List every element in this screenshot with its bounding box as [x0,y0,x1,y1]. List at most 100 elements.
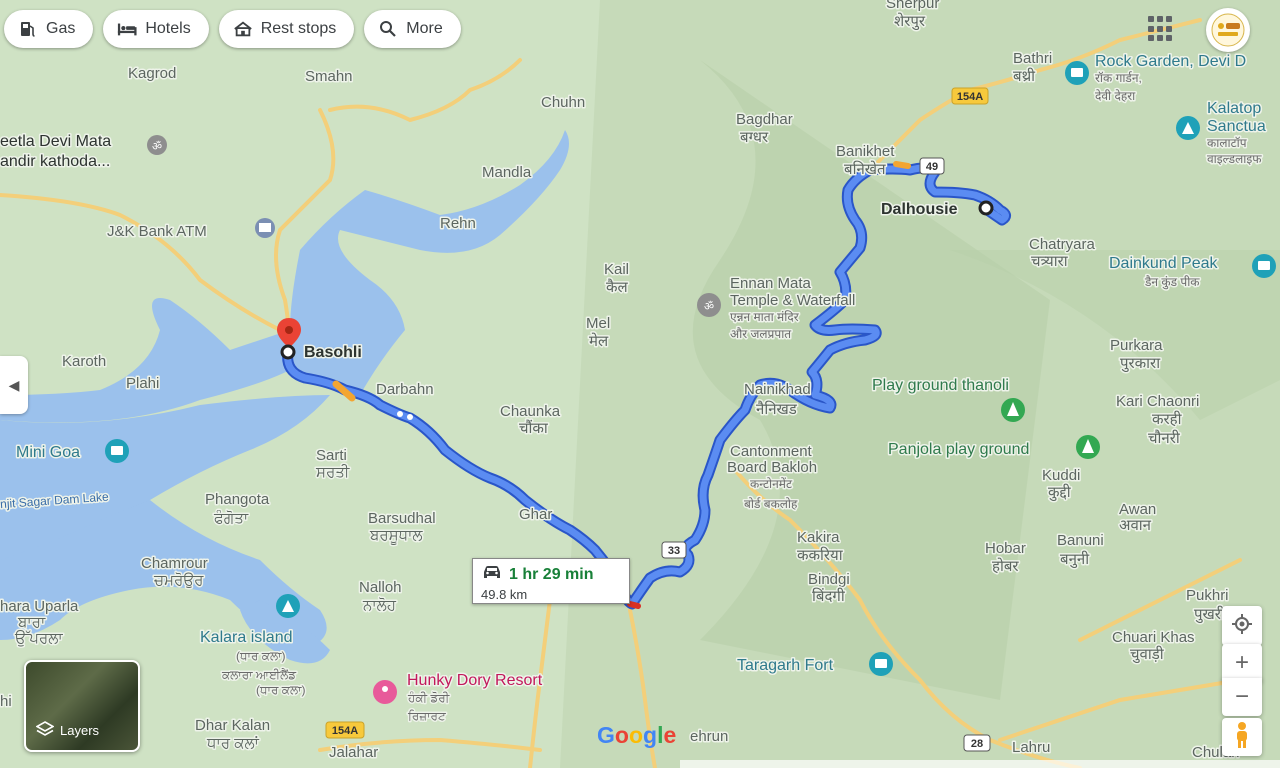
label-cantonment-hi1: कन्टोनमेंट [750,477,793,491]
label-banikhet-hi: बनिखेत [844,160,886,178]
label-kari-hi1: करही [1152,410,1183,428]
label-nainikhad: Nainikhad [744,381,811,398]
label-sarti-pa: ਸਰਤੀ [315,464,350,481]
label-chuari-hi: चुवाड़ी [1130,645,1165,664]
label-cantonment2: Board Bakloh [727,459,817,476]
label-chamrour-pa: ਚਮਰੋਉਰ [153,572,204,589]
label-hara-pa1: ਬਾਰਾ [17,614,46,631]
label-rock-garden-hi1: रॉक गार्डन, [1095,71,1142,85]
destination-marker[interactable] [978,200,994,216]
label-banikhet: Banikhet [836,143,895,160]
label-kalatop2: Sanctua [1207,118,1266,135]
account-avatar[interactable] [1206,8,1250,52]
label-ennan2: Temple & Waterfall [730,292,855,309]
apps-grid-icon[interactable] [1148,16,1174,42]
label-phangota-pa: ਫੰਗੋਤਾ [213,509,249,527]
label-cantonment1: Cantonment [730,443,813,460]
label-nainikhad-hi: नैनिखड [756,400,798,418]
label-panjola: Panjola play ground [888,441,1029,458]
layers-button[interactable]: Layers [24,660,140,752]
label-kalatop-hi1: कालाटॉप [1207,136,1247,150]
label-hara-pa2: ਉੱਪਰਲਾ [14,630,63,647]
label-mandla: Mandla [482,164,532,181]
pegman-icon [1233,721,1251,754]
label-chuari: Chuari Khas [1112,629,1195,646]
label-hi-left: hi [0,693,12,710]
google-logo: Google [597,722,677,748]
label-kagrod: Kagrod [128,65,176,82]
label-phangota: Phangota [205,491,270,508]
label-ehrun: ehrun [690,728,728,745]
label-plahi: Plahi [126,375,159,392]
bed-icon [117,19,137,39]
label-chatryara-hi: चत्र्यारा [1031,253,1069,270]
label-chuhn: Chuhn [541,94,585,111]
label-kari-hi2: चौनरी [1148,429,1181,447]
label-dhar-pa: ਧਾਰ ਕਲਾਂ [206,735,260,752]
gas-chip[interactable]: Gas [4,10,94,48]
label-barsudhal-pa: ਬਰਸੂਧਾਲ [369,527,423,544]
route-duration-callout[interactable]: 1 hr 29 min 49.8 km [472,558,630,604]
label-ghar: Ghar [519,506,552,523]
label-ennan-hi2: और जलप्रपात [730,327,792,341]
label-hobar: Hobar [985,540,1026,557]
label-barsudhal: Barsudhal [368,510,436,527]
label-kalatop-hi2: वाइल्डलाइफ [1207,152,1262,166]
label-chamrour: Chamrour [141,555,208,572]
collapse-side-panel-button[interactable]: ◀ [0,356,28,414]
label-nalloh-pa: ਨਾਲੋਹ [362,597,397,614]
label-jk-bank: J&K Bank ATM [107,223,207,240]
label-seetla1: eetla Devi Mata [0,133,111,150]
zoom-in-button[interactable]: + [1222,644,1262,682]
label-cantonment-hi2: बोर्ड बकलोह [744,497,798,511]
svg-text:ॐ: ॐ [152,140,162,153]
label-pukhri: Pukhri [1186,587,1229,604]
label-hunky: Hunky Dory Resort [407,672,543,689]
label-kuddi: Kuddi [1042,467,1080,484]
map-footer-strip [680,760,1280,768]
label-seetla2: andir kathoda... [0,153,110,170]
label-hara-uparla: hara Uparla [0,598,79,615]
label-ennan-hi1: एन्नन माता मंदिर [730,310,800,324]
label-kalara-pa3: (ਧਾਰ ਕਲਾ) [256,683,306,697]
label-kalara1: Kalara island [200,629,293,646]
label-awan: Awan [1119,501,1156,518]
shield-49: 49 [926,161,938,173]
map-canvas[interactable]: 154A 49 33 154A 28 ॐ ॐ Kagrod Smahn Chuh… [0,0,1280,768]
more-chip[interactable]: More [364,10,461,48]
label-play-ground: Play ground thanoli [872,377,1009,394]
label-smahn: Smahn [305,68,353,85]
label-dainkund-hi: डैन कुंड पीक [1144,275,1200,290]
hotels-chip[interactable]: Hotels [103,10,209,48]
label-kalatop1: Kalatop [1207,100,1261,117]
label-taragarh: Taragarh Fort [737,657,834,674]
label-kail: Kail [604,261,629,278]
label-lahru: Lahru [1012,739,1050,756]
label-hunky-pa1: ਹੰਕੀ ਡੋਰੀ [407,691,450,705]
label-ennan1: Ennan Mata [730,275,812,292]
label-dalhousie: Dalhousie [881,201,958,218]
svg-text:ॐ: ॐ [704,300,714,313]
filter-chip-row: Gas Hotels Rest stops More [4,10,461,48]
label-kakira-hi: ककरिया [797,546,844,564]
route-distance: 49.8 km [481,587,528,602]
label-bindgi-hi: बिंदगी [812,587,846,605]
zoom-out-button[interactable]: − [1222,678,1262,716]
layers-label: Layers [60,723,100,738]
street-view-pegman[interactable] [1222,718,1262,756]
label-darbahn: Darbahn [376,381,434,398]
label-banuni-hi: बनुनी [1060,550,1090,569]
chevron-left-icon: ◀ [8,376,20,393]
shield-154a-top: 154A [957,91,983,103]
label-chatryara: Chatryara [1029,236,1096,253]
rest-stops-chip[interactable]: Rest stops [218,10,355,48]
label-purkara-hi: पुरकारा [1120,355,1161,373]
label-kuddi-hi: कुद्दी [1048,483,1072,502]
label-bathri-hi: बथ्री [1013,67,1036,85]
rest-stops-chip-label: Rest stops [260,20,337,37]
label-mel-hi: मेल [589,332,609,350]
label-kalara-pa2: ਕਲਾਰਾ ਆਈਲੈਂਡ [221,668,297,682]
my-location-button[interactable] [1222,606,1262,646]
label-basohli: Basohli [304,344,362,361]
rest-stop-icon [233,19,253,39]
